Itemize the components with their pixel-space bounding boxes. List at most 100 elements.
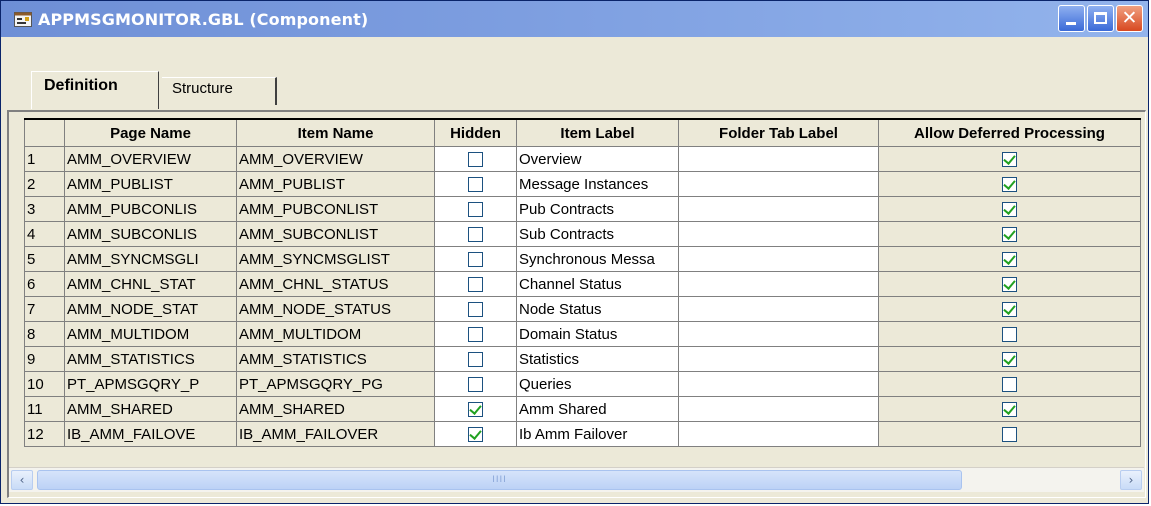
tab-structure[interactable]: Structure	[162, 77, 277, 105]
column-header-page-name[interactable]: Page Name	[64, 118, 237, 147]
item-name-cell[interactable]: AMM_CHNL_STATUS	[236, 271, 435, 297]
item-label-cell[interactable]: Domain Status	[516, 321, 679, 347]
hidden-checkbox[interactable]	[468, 302, 483, 318]
item-label-cell[interactable]: Sub Contracts	[516, 221, 679, 247]
item-label-cell[interactable]: Amm Shared	[516, 396, 679, 422]
page-name-cell[interactable]: AMM_PUBLIST	[64, 171, 237, 197]
item-label-cell[interactable]: Pub Contracts	[516, 196, 679, 222]
hidden-checkbox[interactable]	[468, 402, 483, 418]
page-name-cell[interactable]: AMM_NODE_STAT	[64, 296, 237, 322]
item-label-cell[interactable]: Message Instances	[516, 171, 679, 197]
allow-deferred-checkbox[interactable]	[1002, 352, 1017, 368]
close-button[interactable]: ✕	[1116, 5, 1143, 32]
hidden-checkbox[interactable]	[468, 377, 483, 393]
column-header-folder-tab-label[interactable]: Folder Tab Label	[678, 118, 879, 147]
scroll-right-button[interactable]: ›	[1120, 470, 1142, 490]
allow-deferred-checkbox[interactable]	[1002, 277, 1017, 293]
table-row[interactable]: 12 IB_AMM_FAILOVE IB_AMM_FAILOVER Ib Amm Fa…	[24, 421, 1141, 447]
page-name-cell[interactable]: AMM_MULTIDOM	[64, 321, 237, 347]
table-row[interactable]: 2 AMM_PUBLIST AMM_PUBLIST Message Instances	[24, 171, 1141, 197]
folder-tab-label-cell[interactable]	[678, 346, 879, 372]
item-label-cell[interactable]: Node Status	[516, 296, 679, 322]
hidden-checkbox[interactable]	[468, 327, 483, 343]
hidden-checkbox[interactable]	[468, 152, 483, 168]
item-label-cell[interactable]: Statistics	[516, 346, 679, 372]
table-row[interactable]: 8 AMM_MULTIDOM AMM_MULTIDOM Domain Status	[24, 321, 1141, 347]
allow-deferred-checkbox[interactable]	[1002, 427, 1017, 443]
item-name-cell[interactable]: AMM_STATISTICS	[236, 346, 435, 372]
allow-deferred-checkbox[interactable]	[1002, 152, 1017, 168]
folder-tab-label-cell[interactable]	[678, 371, 879, 397]
scroll-left-button[interactable]: ‹	[11, 470, 33, 490]
horizontal-scrollbar[interactable]: ‹ IIII ›	[9, 467, 1144, 492]
table-row[interactable]: 11 AMM_SHARED AMM_SHARED Amm Shared	[24, 396, 1141, 422]
hidden-checkbox[interactable]	[468, 427, 483, 443]
column-header-hidden[interactable]: Hidden	[434, 118, 517, 147]
item-name-cell[interactable]: AMM_SYNCMSGLIST	[236, 246, 435, 272]
folder-tab-label-cell[interactable]	[678, 221, 879, 247]
allow-deferred-checkbox[interactable]	[1002, 177, 1017, 193]
item-name-cell[interactable]: IB_AMM_FAILOVER	[236, 421, 435, 447]
item-name-cell[interactable]: AMM_PUBCONLIST	[236, 196, 435, 222]
item-name-cell[interactable]: PT_APMSGQRY_PG	[236, 371, 435, 397]
allow-deferred-checkbox[interactable]	[1002, 302, 1017, 318]
item-name-cell[interactable]: AMM_PUBLIST	[236, 171, 435, 197]
column-header-allow-deferred-processing[interactable]: Allow Deferred Processing	[878, 118, 1141, 147]
item-label-cell[interactable]: Queries	[516, 371, 679, 397]
table-row[interactable]: 10 PT_APMSGQRY_P PT_APMSGQRY_PG Queries	[24, 371, 1141, 397]
hidden-checkbox[interactable]	[468, 277, 483, 293]
folder-tab-label-cell[interactable]	[678, 171, 879, 197]
table-row[interactable]: 9 AMM_STATISTICS AMM_STATISTICS Statistics	[24, 346, 1141, 372]
title-bar[interactable]: APPMSGMONITOR.GBL (Component) ✕	[1, 1, 1148, 37]
folder-tab-label-cell[interactable]	[678, 396, 879, 422]
hidden-checkbox[interactable]	[468, 352, 483, 368]
column-header-item-label[interactable]: Item Label	[516, 118, 679, 147]
table-row[interactable]: 1 AMM_OVERVIEW AMM_OVERVIEW Overview	[24, 146, 1141, 172]
page-name-cell[interactable]: AMM_SYNCMSGLI	[64, 246, 237, 272]
folder-tab-label-cell[interactable]	[678, 271, 879, 297]
page-name-cell[interactable]: PT_APMSGQRY_P	[64, 371, 237, 397]
tab-definition[interactable]: Definition	[31, 71, 159, 109]
hidden-checkbox[interactable]	[468, 202, 483, 218]
page-name-cell[interactable]: AMM_STATISTICS	[64, 346, 237, 372]
table-row[interactable]: 3 AMM_PUBCONLIS AMM_PUBCONLIST Pub Contract…	[24, 196, 1141, 222]
column-header-item-name[interactable]: Item Name	[236, 118, 435, 147]
folder-tab-label-cell[interactable]	[678, 421, 879, 447]
folder-tab-label-cell[interactable]	[678, 246, 879, 272]
item-name-cell[interactable]: AMM_NODE_STATUS	[236, 296, 435, 322]
allow-deferred-checkbox[interactable]	[1002, 327, 1017, 343]
maximize-button[interactable]	[1087, 5, 1114, 32]
table-row[interactable]: 5 AMM_SYNCMSGLI AMM_SYNCMSGLIST Synchronous…	[24, 246, 1141, 272]
page-name-cell[interactable]: AMM_SHARED	[64, 396, 237, 422]
folder-tab-label-cell[interactable]	[678, 296, 879, 322]
allow-deferred-checkbox[interactable]	[1002, 202, 1017, 218]
page-name-cell[interactable]: AMM_SUBCONLIS	[64, 221, 237, 247]
item-name-cell[interactable]: AMM_SHARED	[236, 396, 435, 422]
item-name-cell[interactable]: AMM_SUBCONLIST	[236, 221, 435, 247]
allow-deferred-checkbox[interactable]	[1002, 227, 1017, 243]
page-name-cell[interactable]: IB_AMM_FAILOVE	[64, 421, 237, 447]
item-name-cell[interactable]: AMM_MULTIDOM	[236, 321, 435, 347]
page-name-cell[interactable]: AMM_CHNL_STAT	[64, 271, 237, 297]
minimize-button[interactable]	[1058, 5, 1085, 32]
page-name-cell[interactable]: AMM_OVERVIEW	[64, 146, 237, 172]
table-row[interactable]: 6 AMM_CHNL_STAT AMM_CHNL_STATUS Channel Sta…	[24, 271, 1141, 297]
folder-tab-label-cell[interactable]	[678, 146, 879, 172]
table-row[interactable]: 7 AMM_NODE_STAT AMM_NODE_STATUS Node Status	[24, 296, 1141, 322]
hidden-checkbox[interactable]	[468, 227, 483, 243]
folder-tab-label-cell[interactable]	[678, 321, 879, 347]
item-label-cell[interactable]: Ib Amm Failover	[516, 421, 679, 447]
item-label-cell[interactable]: Overview	[516, 146, 679, 172]
allow-deferred-checkbox[interactable]	[1002, 252, 1017, 268]
allow-deferred-checkbox[interactable]	[1002, 377, 1017, 393]
hidden-checkbox[interactable]	[468, 252, 483, 268]
item-name-cell[interactable]: AMM_OVERVIEW	[236, 146, 435, 172]
item-label-cell[interactable]: Synchronous Messa	[516, 246, 679, 272]
item-label-cell[interactable]: Channel Status	[516, 271, 679, 297]
page-name-cell[interactable]: AMM_PUBCONLIS	[64, 196, 237, 222]
table-row[interactable]: 4 AMM_SUBCONLIS AMM_SUBCONLIST Sub Contract…	[24, 221, 1141, 247]
hidden-checkbox[interactable]	[468, 177, 483, 193]
allow-deferred-checkbox[interactable]	[1002, 402, 1017, 418]
folder-tab-label-cell[interactable]	[678, 196, 879, 222]
scroll-thumb[interactable]: IIII	[37, 470, 962, 490]
